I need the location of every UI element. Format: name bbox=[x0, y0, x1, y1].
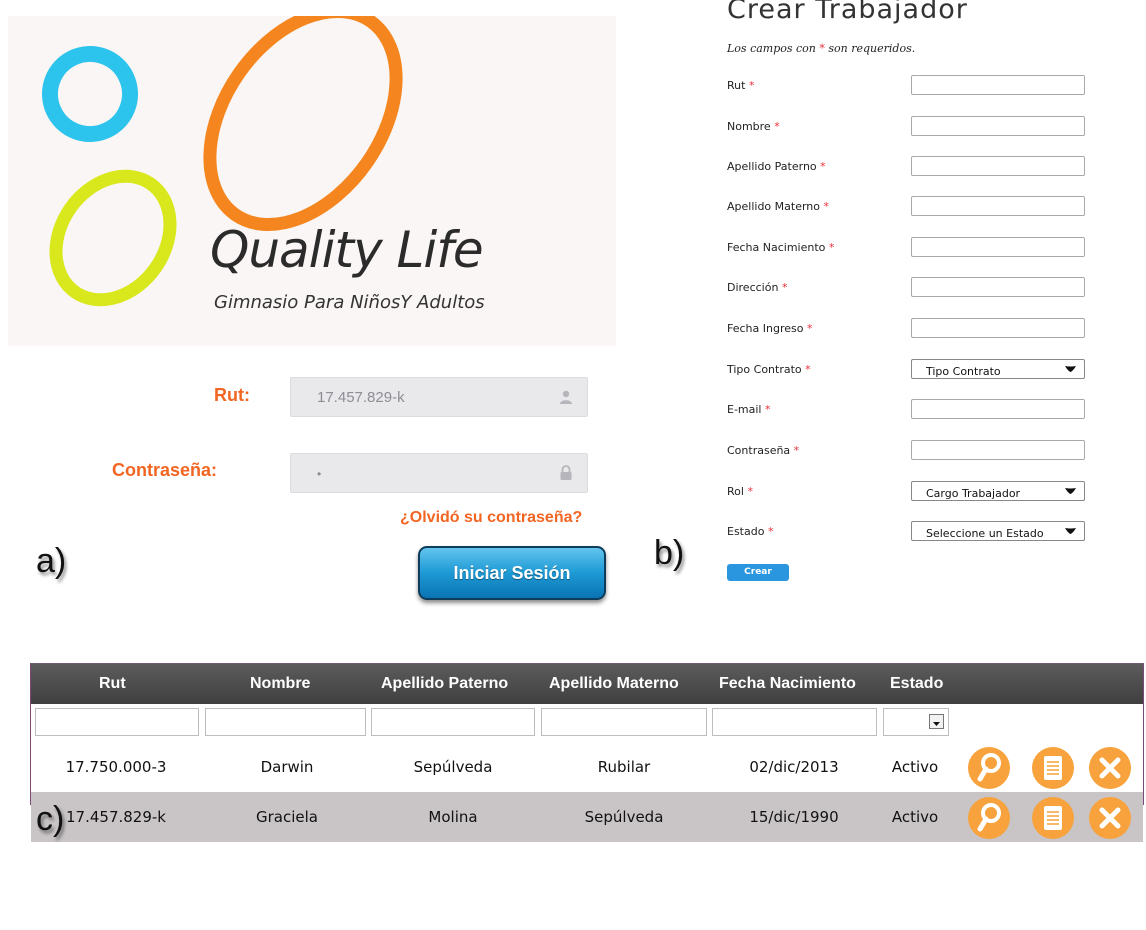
edit-icon[interactable] bbox=[1031, 796, 1075, 840]
password-input-value: • bbox=[317, 467, 322, 481]
logo: Quality Life Gimnasio Para NiñosY Adulto… bbox=[8, 16, 616, 346]
form-label-apellido-paterno: Apellido Paterno * bbox=[727, 160, 826, 173]
login-button[interactable]: Iniciar Sesión bbox=[418, 546, 606, 600]
form-label-rol: Rol * bbox=[727, 485, 753, 498]
chevron-down-icon bbox=[933, 722, 940, 726]
view-icon[interactable] bbox=[967, 746, 1011, 790]
table-cell-estado: Activo bbox=[891, 758, 939, 776]
table-cell-estado: Activo bbox=[891, 808, 939, 826]
form-input-apellido-materno[interactable] bbox=[911, 196, 1085, 216]
logo-title: Quality Life bbox=[210, 221, 484, 279]
forgot-password-link[interactable]: ¿Olvidó su contraseña? bbox=[400, 509, 582, 527]
form-select-rol[interactable]: Cargo Trabajador bbox=[911, 481, 1085, 501]
lock-icon bbox=[560, 465, 572, 480]
create-button[interactable]: Crear bbox=[727, 564, 789, 581]
user-icon bbox=[560, 390, 572, 404]
table-row[interactable]: 17.750.000-3 Darwin Sepúlveda Rubilar 02/dic… bbox=[31, 742, 1143, 792]
table-cell-fecha-nacimiento: 02/dic/2013 bbox=[749, 758, 839, 776]
form-select-value: Cargo Trabajador bbox=[926, 487, 1021, 500]
form-select-estado[interactable]: Seleccione un Estado bbox=[911, 521, 1085, 541]
column-header-apellido-materno[interactable]: Apellido Materno bbox=[549, 675, 679, 693]
form-label-direccion: Dirección * bbox=[727, 281, 788, 294]
table-header: Rut Nombre Apellido Paterno Apellido Mat… bbox=[31, 664, 1143, 704]
form-input-nombre[interactable] bbox=[911, 116, 1085, 136]
column-header-rut[interactable]: Rut bbox=[99, 675, 126, 693]
chevron-down-icon bbox=[1065, 366, 1076, 372]
form-input-contrasena[interactable] bbox=[911, 440, 1085, 460]
filter-apellido-materno[interactable] bbox=[541, 708, 707, 736]
form-label-rut: Rut * bbox=[727, 79, 755, 92]
filter-nombre[interactable] bbox=[205, 708, 366, 736]
panel-label-a: a) bbox=[36, 542, 67, 580]
password-label: Contraseña: bbox=[112, 460, 218, 480]
form-select-tipo-contrato[interactable]: Tipo Contrato bbox=[911, 359, 1085, 379]
table-cell-apellido-materno: Sepúlveda bbox=[584, 808, 664, 826]
form-label-fecha-ingreso: Fecha Ingreso * bbox=[727, 322, 813, 335]
form-input-e-mail[interactable] bbox=[911, 399, 1085, 419]
column-header-estado[interactable]: Estado bbox=[890, 675, 943, 693]
form-title: Crear Trabajador bbox=[727, 0, 968, 25]
form-input-direccion[interactable] bbox=[911, 277, 1085, 297]
column-header-apellido-paterno[interactable]: Apellido Paterno bbox=[381, 675, 508, 693]
chevron-down-icon bbox=[1065, 528, 1076, 534]
table-cell-fecha-nacimiento: 15/dic/1990 bbox=[749, 808, 839, 826]
table-cell-rut: 17.750.000-3 bbox=[65, 758, 167, 776]
filter-rut[interactable] bbox=[35, 708, 199, 736]
rut-label: Rut: bbox=[214, 385, 250, 405]
table-cell-nombre: Darwin bbox=[260, 758, 314, 776]
table-cell-nombre: Graciela bbox=[256, 808, 318, 826]
table-cell-apellido-paterno: Sepúlveda bbox=[413, 758, 493, 776]
form-required-note: Los campos con * son requeridos. bbox=[727, 42, 916, 55]
view-icon[interactable] bbox=[967, 796, 1011, 840]
column-header-nombre[interactable]: Nombre bbox=[250, 675, 310, 693]
logo-subtitle: Gimnasio Para NiñosY Adultos bbox=[214, 292, 485, 313]
rut-input[interactable]: 17.457.829-k bbox=[290, 377, 588, 417]
form-label-nombre: Nombre * bbox=[727, 120, 780, 133]
form-input-apellido-paterno[interactable] bbox=[911, 156, 1085, 176]
form-label-tipo-contrato: Tipo Contrato * bbox=[727, 363, 811, 376]
table-cell-apellido-materno: Rubilar bbox=[597, 758, 651, 776]
form-label-fecha-nacimiento: Fecha Nacimiento * bbox=[727, 241, 835, 254]
table-cell-rut: 17.457.829-k bbox=[66, 808, 166, 826]
delete-icon[interactable] bbox=[1088, 746, 1132, 790]
form-label-e-mail: E-mail * bbox=[727, 403, 771, 416]
edit-icon[interactable] bbox=[1031, 746, 1075, 790]
form-input-fecha-nacimiento[interactable] bbox=[911, 237, 1085, 257]
table-cell-apellido-paterno: Molina bbox=[428, 808, 478, 826]
panel-label-b: b) bbox=[654, 534, 685, 572]
filter-apellido-paterno[interactable] bbox=[371, 708, 535, 736]
column-header-fecha-nacimiento[interactable]: Fecha Nacimiento bbox=[719, 675, 856, 693]
form-label-estado: Estado * bbox=[727, 525, 774, 538]
dropdown-button[interactable] bbox=[929, 714, 944, 729]
form-select-value: Seleccione un Estado bbox=[926, 527, 1044, 540]
table-row[interactable]: 17.457.829-k Graciela Molina Sepúlveda 15/di… bbox=[31, 792, 1143, 842]
chevron-down-icon bbox=[1065, 488, 1076, 494]
form-select-value: Tipo Contrato bbox=[926, 365, 1001, 378]
filter-estado[interactable] bbox=[883, 708, 949, 736]
delete-icon[interactable] bbox=[1088, 796, 1132, 840]
form-input-rut[interactable] bbox=[911, 75, 1085, 95]
password-input[interactable]: • bbox=[290, 453, 588, 493]
panel-label-c: c) bbox=[36, 800, 65, 838]
form-label-apellido-materno: Apellido Materno * bbox=[727, 200, 829, 213]
filter-fecha-nacimiento[interactable] bbox=[712, 708, 877, 736]
form-input-fecha-ingreso[interactable] bbox=[911, 318, 1085, 338]
workers-table: Rut Nombre Apellido Paterno Apellido Mat… bbox=[30, 663, 1144, 842]
form-label-contrasena: Contraseña * bbox=[727, 444, 800, 457]
rut-input-value: 17.457.829-k bbox=[317, 389, 405, 406]
